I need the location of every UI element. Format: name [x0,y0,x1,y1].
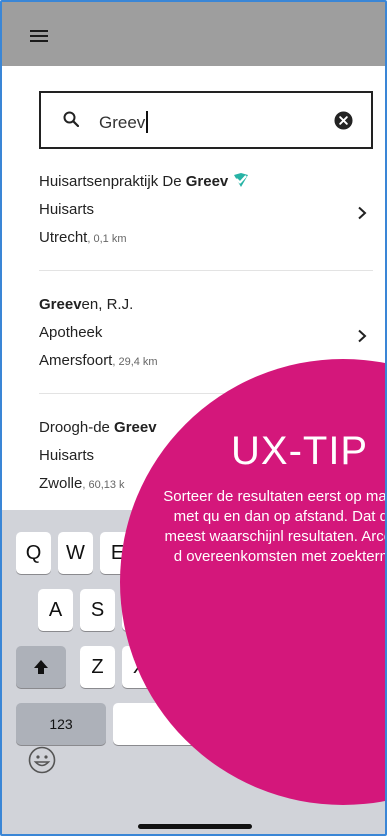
shift-key[interactable] [16,646,66,688]
result-item[interactable]: Huisartsenpraktijk De Greev Huisarts Utr… [39,170,373,250]
result-type: Huisarts [39,201,95,218]
chevron-right-icon [358,206,367,220]
clear-icon[interactable] [334,111,353,130]
search-input[interactable]: Greev [39,91,373,149]
key-a[interactable]: A [38,589,73,631]
result-name: Greeven, R.J. [39,296,134,313]
ux-tip-title: UX-TIP [231,429,369,473]
verified-check-icon [234,173,249,187]
numbers-key[interactable]: 123 [16,703,106,745]
search-icon [63,111,79,127]
divider [39,270,373,271]
key-s[interactable]: S [80,589,115,631]
ux-tip-body: Sorteer de resultaten eerst op match met… [163,488,387,565]
text-caret [146,111,149,133]
home-indicator [138,824,252,829]
shift-arrow-icon [34,660,48,674]
key-q[interactable]: Q [16,532,51,574]
search-value: Greev [99,111,149,133]
key-z[interactable]: Z [80,646,115,688]
result-location: Utrecht, 0,1 km [39,229,127,246]
app-screen: Greev Huisartsenpraktijk De Greev Huisar… [0,0,387,836]
top-bar [2,2,385,66]
chevron-right-icon [358,329,367,343]
hamburger-menu-icon[interactable] [30,30,48,42]
result-type: Apotheek [39,324,103,341]
result-name: Huisartsenpraktijk De Greev [39,170,373,194]
emoji-icon[interactable] [28,746,56,774]
key-w[interactable]: W [58,532,93,574]
